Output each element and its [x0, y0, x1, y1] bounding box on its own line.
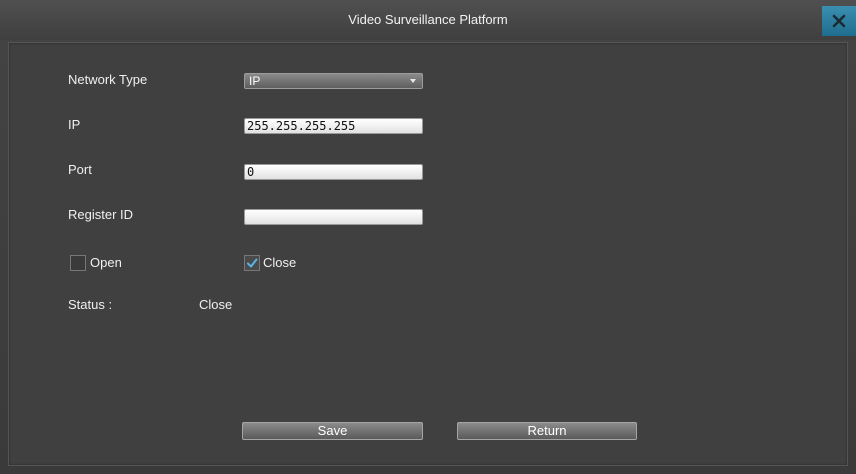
open-label: Open	[90, 255, 122, 270]
close-checkbox[interactable]	[244, 255, 260, 271]
dialog-window: Video Surveillance Platform Network Type…	[0, 0, 856, 474]
title-bar: Video Surveillance Platform	[0, 0, 856, 40]
open-checkbox[interactable]	[70, 255, 86, 271]
checkmark-icon	[247, 258, 258, 268]
network-type-value: IP	[249, 74, 261, 88]
close-icon	[832, 14, 846, 28]
chevron-down-icon	[410, 79, 416, 83]
return-button[interactable]: Return	[457, 422, 637, 440]
save-button[interactable]: Save	[242, 422, 423, 440]
port-field[interactable]: 0	[244, 164, 423, 180]
close-label: Close	[263, 255, 297, 270]
status-value: Close	[199, 297, 233, 312]
close-button[interactable]	[822, 6, 856, 36]
status-label: Status :	[68, 297, 113, 312]
ip-label: IP	[68, 117, 81, 132]
register-id-label: Register ID	[68, 207, 134, 222]
network-type-label: Network Type	[68, 72, 148, 87]
ip-field[interactable]: 255.255.255.255	[244, 118, 423, 134]
port-label: Port	[68, 162, 92, 177]
network-type-select[interactable]: IP	[244, 73, 423, 89]
window-title: Video Surveillance Platform	[348, 12, 508, 27]
register-id-field[interactable]	[244, 209, 423, 225]
settings-panel	[8, 42, 848, 466]
